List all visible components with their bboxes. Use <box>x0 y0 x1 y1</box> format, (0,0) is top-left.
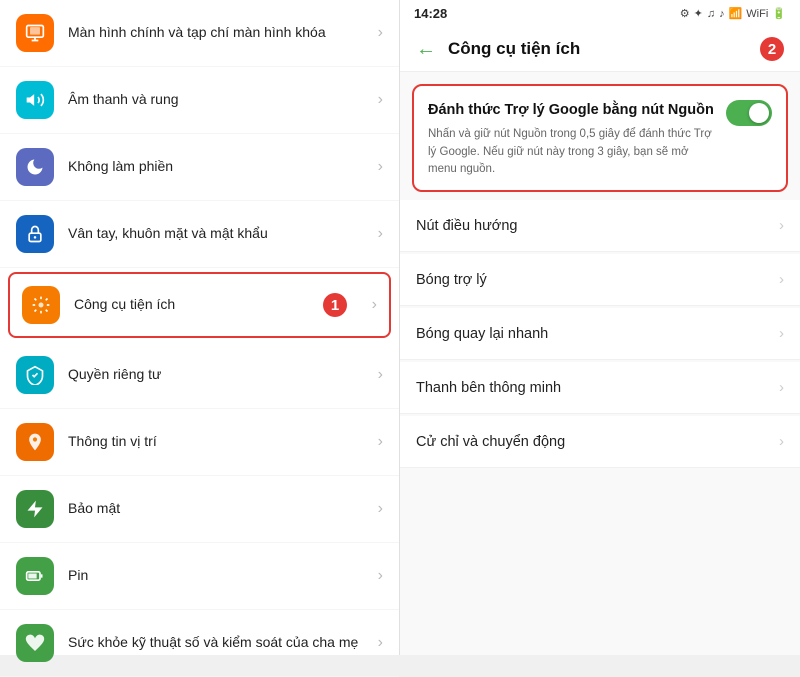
gear-status-icon: ⚙ <box>680 7 690 20</box>
quick-ball-label: Bóng quay lại nhanh <box>416 326 779 342</box>
sound-label: Âm thanh và rung <box>68 90 378 110</box>
status-icons: ⚙ ✦ ♫ ♪ 📶 WiFi 🔋 <box>680 7 786 20</box>
battery-status-icon: 🔋 <box>772 7 786 20</box>
tiktok-status-icon: ♪ <box>719 8 725 20</box>
sound-icon <box>16 81 54 119</box>
signal-icon: 📶 <box>729 7 743 20</box>
quick-ball-chevron: › <box>779 325 784 342</box>
menu-item-dnd[interactable]: Không làm phiền › <box>0 134 399 201</box>
menu-item-sound[interactable]: Âm thanh và rung › <box>0 67 399 134</box>
featured-card-title: Đánh thức Trợ lý Google bằng nút Nguồn <box>428 100 714 120</box>
menu-item-privacy[interactable]: Quyền riêng tư › <box>0 342 399 409</box>
sound-chevron: › <box>378 91 383 109</box>
security-label: Bảo mật <box>68 499 378 519</box>
gestures-chevron: › <box>779 433 784 450</box>
right-menu-smart-sidebar[interactable]: Thanh bên thông minh › <box>400 362 800 414</box>
nav-button-label: Nút điều hướng <box>416 218 779 234</box>
screen-chevron: › <box>378 24 383 42</box>
assistant-ball-label: Bóng trợ lý <box>416 272 779 288</box>
security-chevron: › <box>378 500 383 518</box>
top-bar: ← Công cụ tiện ích 2 <box>400 27 800 72</box>
screen-icon <box>16 14 54 52</box>
featured-card-content: Đánh thức Trợ lý Google bằng nút Nguồn N… <box>428 100 714 178</box>
page-title: Công cụ tiện ích <box>448 39 760 59</box>
featured-card-desc: Nhấn và giữ nút Nguồn trong 0,5 giây để … <box>428 126 714 178</box>
menu-item-battery[interactable]: Pin › <box>0 543 399 610</box>
menu-item-biometrics[interactable]: Vân tay, khuôn mặt và mật khẩu › <box>0 201 399 268</box>
right-panel: 14:28 ⚙ ✦ ♫ ♪ 📶 WiFi 🔋 ← Công cụ tiện íc… <box>400 0 800 655</box>
menu-item-tools[interactable]: Công cụ tiện ích 1 › <box>8 272 391 338</box>
smart-sidebar-label: Thanh bên thông minh <box>416 380 779 396</box>
menu-item-screen[interactable]: Màn hình chính và tạp chí màn hình khóa … <box>0 0 399 67</box>
right-menu-quick-ball[interactable]: Bóng quay lại nhanh › <box>400 308 800 360</box>
dnd-icon <box>16 148 54 186</box>
smart-sidebar-chevron: › <box>779 379 784 396</box>
health-icon <box>16 624 54 662</box>
assistant-ball-chevron: › <box>779 271 784 288</box>
left-panel: Màn hình chính và tạp chí màn hình khóa … <box>0 0 400 655</box>
status-bar: 14:28 ⚙ ✦ ♫ ♪ 📶 WiFi 🔋 <box>400 0 800 27</box>
step-badge-2: 2 <box>760 37 784 61</box>
battery-icon <box>16 557 54 595</box>
wifi-icon: WiFi <box>746 8 768 20</box>
featured-card: Đánh thức Trợ lý Google bằng nút Nguồn N… <box>412 84 788 192</box>
right-menu-nav-button[interactable]: Nút điều hướng › <box>400 200 800 252</box>
location-icon <box>16 423 54 461</box>
nav-button-chevron: › <box>779 217 784 234</box>
security-icon <box>16 490 54 528</box>
music-status-icon: ♫ <box>707 8 715 20</box>
location-chevron: › <box>378 433 383 451</box>
status-time: 14:28 <box>414 6 447 21</box>
gestures-label: Cử chỉ và chuyển động <box>416 434 779 450</box>
right-menu-assistant-ball[interactable]: Bóng trợ lý › <box>400 254 800 306</box>
menu-item-location[interactable]: Thông tin vị trí › <box>0 409 399 476</box>
health-label: Sức khỏe kỹ thuật số và kiểm soát của ch… <box>68 633 378 653</box>
menu-item-health[interactable]: Sức khỏe kỹ thuật số và kiểm soát của ch… <box>0 610 399 677</box>
health-chevron: › <box>378 634 383 652</box>
battery-chevron: › <box>378 567 383 585</box>
battery-label: Pin <box>68 566 378 586</box>
privacy-chevron: › <box>378 366 383 384</box>
right-menu-gestures[interactable]: Cử chỉ và chuyển động › <box>400 416 800 468</box>
biometrics-chevron: › <box>378 225 383 243</box>
dnd-chevron: › <box>378 158 383 176</box>
dnd-label: Không làm phiền <box>68 157 378 177</box>
tools-badge: 1 <box>323 293 347 317</box>
biometrics-label: Vân tay, khuôn mặt và mật khẩu <box>68 224 378 244</box>
google-assistant-toggle[interactable] <box>726 100 772 126</box>
menu-item-security[interactable]: Bảo mật › <box>0 476 399 543</box>
privacy-icon <box>16 356 54 394</box>
tools-chevron: › <box>372 296 377 314</box>
location-label: Thông tin vị trí <box>68 432 378 452</box>
back-button[interactable]: ← <box>416 38 436 61</box>
star-status-icon: ✦ <box>694 7 703 20</box>
screen-label: Màn hình chính và tạp chí màn hình khóa <box>68 23 378 43</box>
privacy-label: Quyền riêng tư <box>68 365 378 385</box>
tools-icon <box>22 286 60 324</box>
biometrics-icon <box>16 215 54 253</box>
